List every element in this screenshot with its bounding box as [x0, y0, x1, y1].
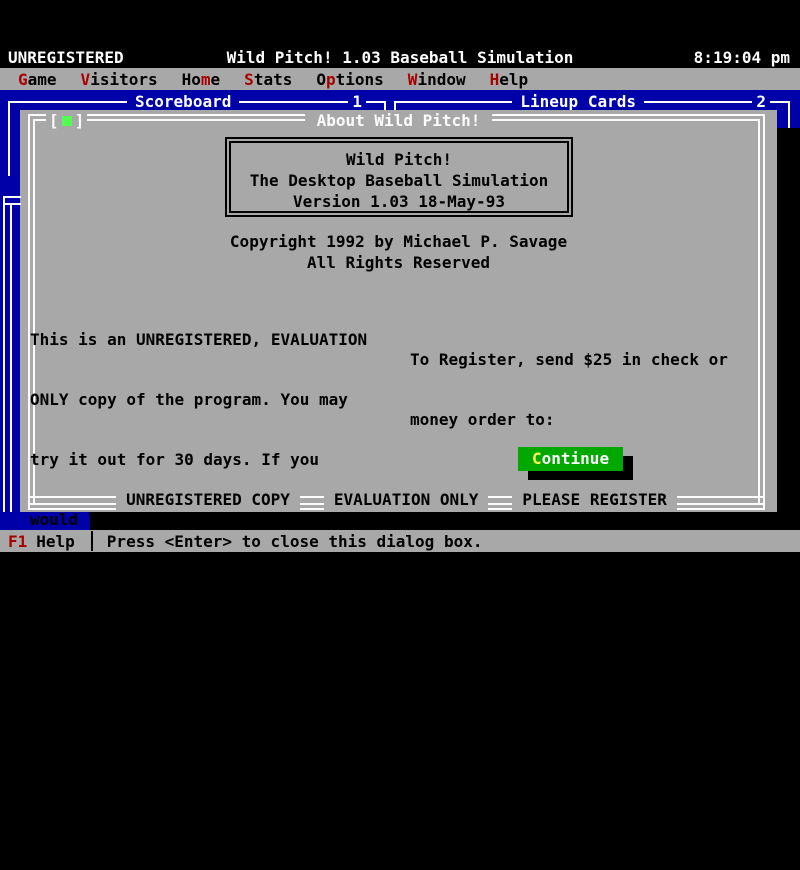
- menu-item-stats[interactable]: Stats: [244, 70, 292, 89]
- continue-button[interactable]: Continue: [518, 447, 623, 471]
- notice-line: register, you'll receive the latest: [30, 630, 404, 650]
- border-line: [18, 101, 127, 103]
- menu-item-home[interactable]: Home: [182, 70, 221, 89]
- dialog-columns: This is an UNREGISTERED, EVALUATION ONLY…: [30, 290, 763, 870]
- title-bar: UNREGISTERED Wild Pitch! 1.03 Baseball S…: [0, 48, 800, 68]
- menu-item-visitors[interactable]: Visitors: [81, 70, 158, 89]
- dos-screen: { "colors": { "desktop_blue": "#0000A8",…: [0, 0, 800, 600]
- notice-line: you'll have to register. When you: [30, 570, 404, 590]
- window-number: 2: [752, 94, 770, 110]
- register-line: To Register, send $25 in check or: [410, 350, 740, 370]
- footer-label-unregistered: UNREGISTERED COPY: [116, 489, 300, 511]
- notice-line: ONLY copy of the program. You may: [30, 390, 404, 410]
- border-line: [300, 496, 324, 505]
- status-divider: [91, 531, 93, 551]
- app-title: Wild Pitch! 1.03 Baseball Simulation: [0, 48, 800, 68]
- dialog-shadow-bottom: [90, 512, 800, 530]
- window-border-fragment: [3, 196, 21, 205]
- evaluation-notice: This is an UNREGISTERED, EVALUATION ONLY…: [30, 290, 404, 870]
- product-name: Wild Pitch!: [231, 149, 567, 170]
- window-border-fragment: [10, 203, 12, 512]
- border-line: [488, 496, 512, 505]
- menu-item-options[interactable]: Options: [316, 70, 383, 89]
- window-number: 1: [348, 94, 366, 110]
- dialog-shadow-right: [777, 128, 800, 530]
- window-border-fragment: [8, 110, 10, 176]
- border-line: [644, 101, 752, 103]
- f1-help-key[interactable]: F1: [8, 532, 27, 551]
- border-line: [404, 101, 512, 103]
- rights-line: All Rights Reserved: [20, 252, 777, 273]
- status-message: Press <Enter> to close this dialog box.: [107, 532, 483, 551]
- menu-bar: Game Visitors Home Stats Options Window …: [0, 68, 800, 90]
- bracket-left: [: [49, 112, 59, 130]
- copyright-line: Copyright 1992 by Michael P. Savage: [20, 231, 777, 252]
- version-info-box: Wild Pitch! The Desktop Baseball Simulat…: [225, 137, 573, 217]
- window-title: Scoreboard: [127, 94, 239, 110]
- clock: 8:19:04 pm: [694, 48, 790, 68]
- border-line: [239, 101, 348, 103]
- menu-item-window[interactable]: Window: [408, 70, 466, 89]
- notice-line: try it out for 30 days. If you: [30, 450, 404, 470]
- menu-item-help[interactable]: Help: [490, 70, 529, 89]
- address-line: PO Box 536, Glen Ridge, NJ 07028: [432, 590, 740, 610]
- product-tagline: The Desktop Baseball Simulation: [231, 170, 567, 191]
- registration-info: To Register, send $25 in check or money …: [410, 310, 740, 870]
- dialog-title: About Wild Pitch!: [305, 112, 493, 130]
- dialog-close-button[interactable]: []: [46, 112, 87, 130]
- f1-help-label[interactable]: Help: [36, 532, 75, 551]
- border-line: [770, 101, 780, 103]
- copyright-block: Copyright 1992 by Michael P. Savage All …: [20, 231, 777, 273]
- bracket-right: ]: [75, 112, 85, 130]
- border-line: [28, 496, 116, 505]
- close-square-icon: [62, 116, 72, 126]
- window-border-fragment: [788, 110, 790, 128]
- status-bar: F1 Help Press <Enter> to close this dial…: [0, 530, 800, 552]
- window-border-fragment: [3, 196, 5, 512]
- footer-label-evaluation: EVALUATION ONLY: [324, 489, 489, 511]
- notice-line: and bound user guide, and one free: [30, 750, 404, 770]
- dialog-footer: UNREGISTERED COPY EVALUATION ONLY PLEASE…: [28, 489, 765, 511]
- border-line: [366, 101, 376, 103]
- product-version: Version 1.03 18-May-93: [231, 191, 567, 212]
- notice-line: This is an UNREGISTERED, EVALUATION: [30, 330, 404, 350]
- menu-item-game[interactable]: Game: [18, 70, 57, 89]
- window-scoreboard-titlebar[interactable]: Scoreboard 1: [8, 94, 386, 110]
- border-line: [677, 496, 765, 505]
- notice-line: program update.: [30, 810, 404, 830]
- footer-label-register: PLEASE REGISTER: [512, 489, 677, 511]
- window-lineup-cards-titlebar[interactable]: Lineup Cards 2: [394, 94, 790, 110]
- desktop: Scoreboard 1 Lineup Cards 2 [] About Wil…: [0, 90, 800, 530]
- window-title: Lineup Cards: [512, 94, 644, 110]
- notice-line: version of the program, a printed: [30, 690, 404, 710]
- register-line: money order to:: [410, 410, 740, 430]
- about-dialog: [] About Wild Pitch! Wild Pitch! The Des…: [20, 110, 777, 512]
